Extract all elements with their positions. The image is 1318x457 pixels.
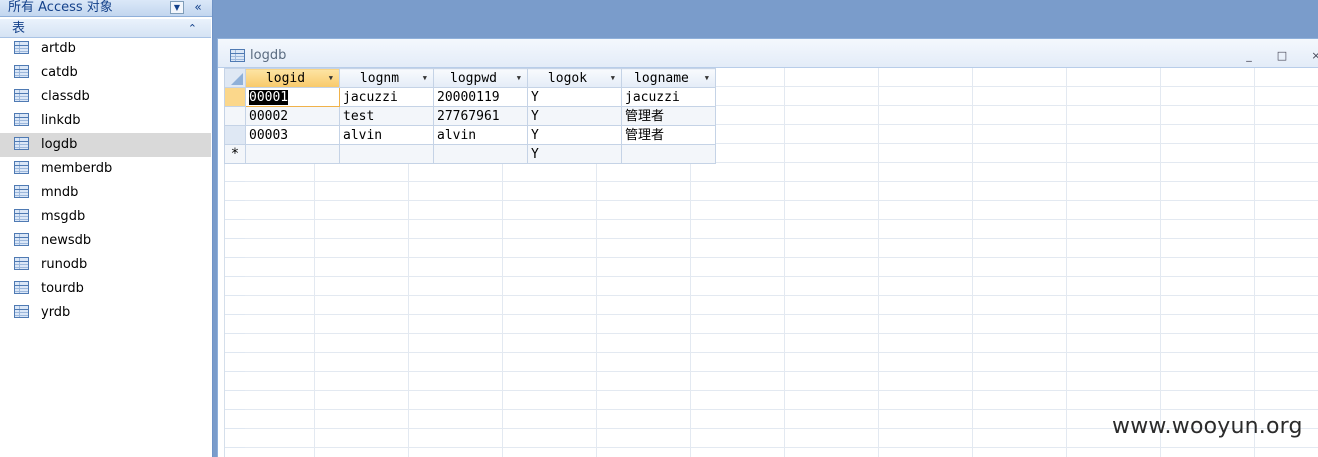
column-header-logid[interactable]: logid ▼	[245, 68, 340, 88]
table-cell[interactable]: 00003	[245, 125, 340, 145]
nav-item-mndb[interactable]: mndb	[0, 181, 211, 205]
new-record-row: * Y	[224, 144, 716, 164]
table-icon	[14, 257, 29, 270]
table-cell[interactable]: Y	[527, 144, 622, 164]
table-icon	[14, 89, 29, 102]
table-icon	[14, 65, 29, 78]
table-icon	[14, 281, 29, 294]
navigation-pane: 所有 Access 对象 ▼ « 表 ⌃ artdb catdb classdb…	[0, 0, 213, 457]
table-row: 00003 alvin alvin Y 管理者	[224, 125, 716, 145]
new-record-selector[interactable]: *	[224, 144, 246, 164]
nav-item-label: logdb	[41, 137, 78, 152]
table-cell[interactable]: jacuzzi	[621, 87, 716, 107]
table-cell[interactable]: alvin	[339, 125, 434, 145]
nav-item-newsdb[interactable]: newsdb	[0, 229, 211, 253]
nav-table-list: artdb catdb classdb linkdb logdb memberd…	[0, 37, 211, 325]
table-cell[interactable]: Y	[527, 125, 622, 145]
nav-item-label: msgdb	[41, 209, 86, 224]
table-cell[interactable]: 00001	[245, 87, 340, 107]
table-icon	[14, 305, 29, 318]
table-cell[interactable]: test	[339, 106, 434, 126]
chevron-down-icon[interactable]: ▼	[329, 75, 333, 82]
nav-item-label: tourdb	[41, 281, 84, 296]
datasheet-view[interactable]: logid ▼ lognm ▼ logpwd ▼ logok ▼ logname ▼ 00…	[218, 68, 1318, 457]
nav-pane-header: 所有 Access 对象 ▼ «	[0, 0, 212, 17]
new-record-icon: *	[230, 145, 240, 162]
record-selector[interactable]	[224, 87, 246, 107]
table-cell[interactable]	[245, 144, 340, 164]
nav-group-label: 表	[12, 21, 26, 36]
nav-item-label: runodb	[41, 257, 88, 272]
table-icon	[14, 185, 29, 198]
table-document-window: logdb _ □ × logid ▼ lognm ▼ logpwd ▼ logok ▼…	[217, 38, 1318, 457]
nav-item-runodb[interactable]: runodb	[0, 253, 211, 277]
table-cell[interactable]: alvin	[433, 125, 528, 145]
document-tab-bar: logdb _ □ ×	[218, 39, 1318, 68]
table-icon	[14, 137, 29, 150]
nav-item-artdb[interactable]: artdb	[0, 37, 211, 61]
document-title[interactable]: logdb	[250, 48, 286, 64]
nav-item-label: classdb	[41, 89, 90, 104]
table-row: 00001 jacuzzi 20000119 Y jacuzzi	[224, 87, 716, 107]
table-cell[interactable]: Y	[527, 87, 622, 107]
maximize-button[interactable]: □	[1275, 49, 1289, 63]
table-cell[interactable]: 管理者	[621, 125, 716, 145]
table-cell[interactable]: 00002	[245, 106, 340, 126]
table-cell[interactable]	[433, 144, 528, 164]
chevron-down-icon[interactable]: ▼	[170, 1, 184, 14]
nav-item-memberdb[interactable]: memberdb	[0, 157, 211, 181]
table-cell[interactable]: 管理者	[621, 106, 716, 126]
record-selector[interactable]	[224, 125, 246, 145]
table-icon	[14, 41, 29, 54]
nav-item-label: newsdb	[41, 233, 92, 248]
column-header-lognm[interactable]: lognm ▼	[339, 68, 434, 88]
table-icon	[14, 233, 29, 246]
table-cell[interactable]: Y	[527, 106, 622, 126]
nav-pane-title[interactable]: 所有 Access 对象	[8, 0, 113, 16]
nav-item-label: linkdb	[41, 113, 81, 128]
table-cell[interactable]: 20000119	[433, 87, 528, 107]
nav-item-label: artdb	[41, 41, 76, 56]
chevron-down-icon[interactable]: ▼	[517, 75, 521, 82]
nav-group-tables[interactable]: 表 ⌃	[0, 19, 211, 38]
nav-item-linkdb[interactable]: linkdb	[0, 109, 211, 133]
table-icon	[14, 161, 29, 174]
nav-item-msgdb[interactable]: msgdb	[0, 205, 211, 229]
nav-item-catdb[interactable]: catdb	[0, 61, 211, 85]
nav-item-tourdb[interactable]: tourdb	[0, 277, 211, 301]
table-icon	[230, 49, 245, 62]
double-chevron-up-icon[interactable]: ⌃	[188, 20, 197, 37]
nav-item-label: catdb	[41, 65, 78, 80]
nav-item-label: yrdb	[41, 305, 71, 320]
table-icon	[14, 113, 29, 126]
table-cell[interactable]	[621, 144, 716, 164]
minimize-button[interactable]: _	[1242, 49, 1256, 63]
datasheet-table: logid ▼ lognm ▼ logpwd ▼ logok ▼ logname ▼ 00…	[224, 68, 716, 164]
table-cell[interactable]: jacuzzi	[339, 87, 434, 107]
record-selector[interactable]	[224, 106, 246, 126]
table-row: 00002 test 27767961 Y 管理者	[224, 106, 716, 126]
column-header-logpwd[interactable]: logpwd ▼	[433, 68, 528, 88]
nav-item-label: mndb	[41, 185, 79, 200]
column-header-logok[interactable]: logok ▼	[527, 68, 622, 88]
chevron-down-icon[interactable]: ▼	[705, 75, 709, 82]
chevron-down-icon[interactable]: ▼	[611, 75, 615, 82]
watermark: www.wooyun.org	[1112, 414, 1303, 439]
nav-item-label: memberdb	[41, 161, 113, 176]
table-cell[interactable]	[339, 144, 434, 164]
nav-item-yrdb[interactable]: yrdb	[0, 301, 211, 325]
nav-item-logdb[interactable]: logdb	[0, 133, 211, 157]
double-chevron-left-icon[interactable]: «	[190, 0, 206, 15]
table-icon	[14, 209, 29, 222]
column-header-logname[interactable]: logname ▼	[621, 68, 716, 88]
select-all-button[interactable]	[224, 68, 246, 88]
nav-item-classdb[interactable]: classdb	[0, 85, 211, 109]
table-cell[interactable]: 27767961	[433, 106, 528, 126]
close-button[interactable]: ×	[1309, 49, 1318, 63]
chevron-down-icon[interactable]: ▼	[423, 75, 427, 82]
